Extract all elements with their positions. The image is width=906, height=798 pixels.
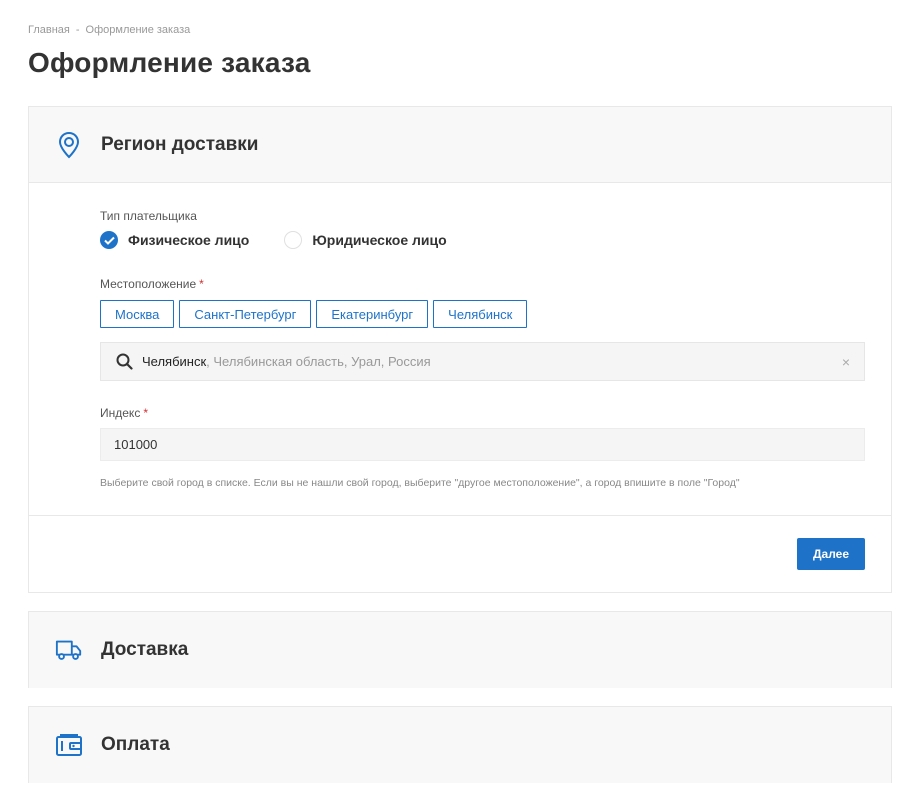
city-chip-chelyabinsk[interactable]: Челябинск bbox=[433, 300, 528, 328]
location-label: Местоположение * bbox=[100, 277, 204, 291]
region-section-header[interactable]: Регион доставки bbox=[29, 107, 891, 183]
region-section-footer: Далее bbox=[29, 515, 891, 592]
payer-type-legal-label: Юридическое лицо bbox=[312, 232, 447, 248]
next-button[interactable]: Далее bbox=[797, 538, 865, 570]
payment-section-header[interactable]: Оплата bbox=[29, 707, 891, 783]
city-chip-moscow[interactable]: Москва bbox=[100, 300, 175, 328]
payment-section-title: Оплата bbox=[101, 734, 170, 755]
city-chips: Москва Санкт-Петербург Екатеринбург Челя… bbox=[100, 300, 532, 328]
required-mark: * bbox=[199, 277, 204, 291]
location-search-value: Челябинск bbox=[142, 354, 207, 369]
payer-type-individual-radio[interactable]: Физическое лицо bbox=[100, 231, 249, 249]
region-section-body: Тип плательщика Физическое лицо Юридичес… bbox=[29, 183, 891, 516]
index-label-text: Индекс bbox=[100, 406, 141, 420]
breadcrumb-home-link[interactable]: Главная bbox=[28, 24, 70, 36]
index-label: Индекс * bbox=[100, 406, 148, 420]
delivery-section-header[interactable]: Доставка bbox=[29, 612, 891, 688]
wallet-icon bbox=[55, 731, 83, 759]
location-pin-icon bbox=[55, 131, 83, 159]
clear-icon[interactable]: × bbox=[842, 354, 850, 370]
breadcrumb-separator: - bbox=[75, 24, 80, 36]
payment-section: Оплата bbox=[28, 706, 892, 783]
help-text: Выберите свой город в списке. Если вы не… bbox=[100, 477, 740, 489]
index-field[interactable]: 101000 bbox=[100, 428, 865, 461]
delivery-section: Доставка bbox=[28, 611, 892, 688]
page-title: Оформление заказа bbox=[28, 47, 311, 78]
payer-type-legal-radio[interactable]: Юридическое лицо bbox=[284, 231, 447, 249]
required-mark: * bbox=[143, 406, 148, 420]
radio-empty-icon bbox=[284, 231, 303, 249]
region-section-title: Регион доставки bbox=[101, 133, 259, 155]
payer-type-radio-group: Физическое лицо Юридическое лицо bbox=[100, 231, 481, 249]
location-search-input[interactable]: Челябинск , Челябинская область, Урал, Р… bbox=[100, 342, 865, 381]
location-search-suffix: , Челябинская область, Урал, Россия bbox=[206, 354, 431, 369]
city-chip-ekaterinburg[interactable]: Екатеринбург bbox=[316, 300, 429, 328]
breadcrumb: Главная - Оформление заказа bbox=[28, 24, 190, 36]
truck-icon bbox=[55, 636, 83, 664]
delivery-section-title: Доставка bbox=[101, 639, 189, 660]
checkmark-icon bbox=[100, 231, 118, 249]
search-icon bbox=[116, 353, 134, 371]
payer-type-label: Тип плательщика bbox=[100, 209, 197, 223]
region-section: Регион доставки Тип плательщика Физическ… bbox=[28, 106, 892, 593]
location-label-text: Местоположение bbox=[100, 277, 197, 291]
breadcrumb-current: Оформление заказа bbox=[85, 24, 191, 36]
payer-type-individual-label: Физическое лицо bbox=[128, 232, 250, 248]
city-chip-spb[interactable]: Санкт-Петербург bbox=[179, 300, 312, 328]
